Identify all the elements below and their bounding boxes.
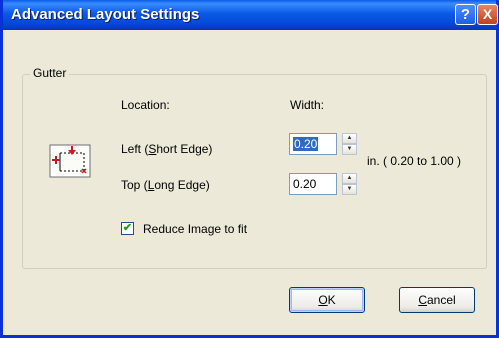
width-range-hint: in. ( 0.20 to 1.00 ) — [367, 154, 462, 168]
close-icon: X — [482, 6, 493, 22]
arrow-up-icon: ▲ — [346, 135, 353, 141]
location-header: Location: — [121, 98, 170, 112]
ok-button[interactable]: OK — [289, 287, 365, 313]
left-short-edge-label: Left (Short Edge) — [121, 142, 213, 156]
cancel-button[interactable]: Cancel — [399, 287, 475, 313]
gutter-layout-icon — [48, 142, 92, 180]
top-width-input[interactable]: 0.20 — [289, 173, 337, 195]
title-bar[interactable]: Advanced Layout Settings ? X — [3, 0, 498, 30]
help-icon: ? — [460, 6, 471, 23]
checkmark-icon: ✔ — [122, 222, 133, 234]
top-long-edge-label: Top (Long Edge) — [121, 178, 210, 192]
top-width-spinner[interactable]: ▲ ▼ — [342, 173, 357, 195]
arrow-up-icon: ▲ — [346, 175, 353, 181]
spin-up-button[interactable]: ▲ — [342, 173, 357, 184]
help-button[interactable]: ? — [455, 4, 476, 25]
left-width-spinner[interactable]: ▲ ▼ — [342, 133, 357, 155]
spin-down-button[interactable]: ▼ — [342, 144, 357, 155]
width-header: Width: — [290, 98, 325, 112]
arrow-down-icon: ▼ — [346, 186, 353, 192]
left-width-input[interactable]: 0.20 — [289, 133, 337, 155]
window-title: Advanced Layout Settings — [11, 6, 200, 23]
reduce-image-checkbox[interactable]: ✔ — [121, 222, 134, 235]
arrow-down-icon: ▼ — [346, 146, 353, 152]
reduce-image-label[interactable]: Reduce Image to fit — [143, 222, 247, 236]
spin-down-button[interactable]: ▼ — [342, 184, 357, 195]
gutter-group-label: Gutter — [30, 66, 70, 80]
spin-up-button[interactable]: ▲ — [342, 133, 357, 144]
close-button[interactable]: X — [477, 4, 498, 25]
